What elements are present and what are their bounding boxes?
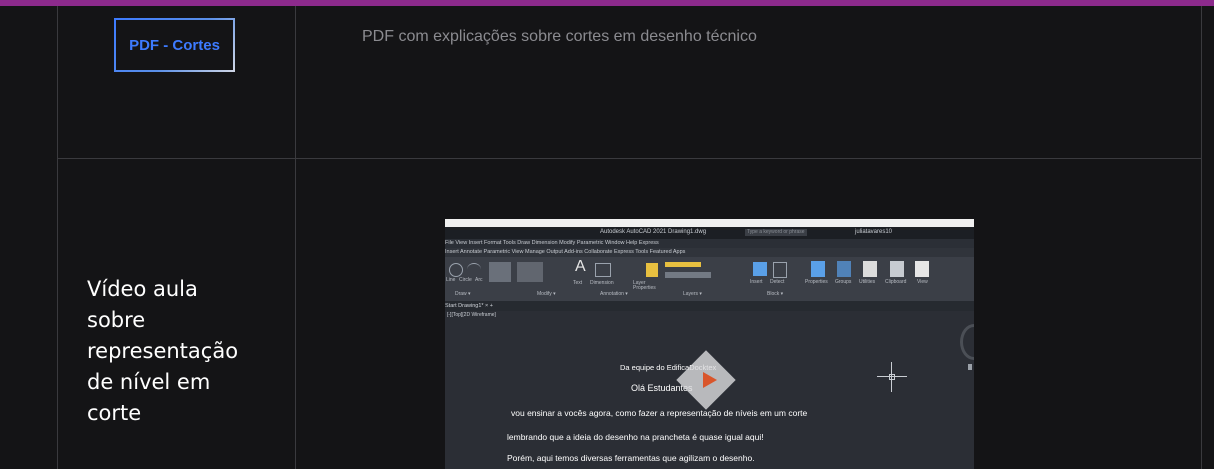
layer-properties-icon (646, 263, 658, 277)
video-lesson-title: Vídeo aula sobre representação de nível … (87, 277, 239, 425)
play-icon[interactable] (703, 372, 717, 388)
arc-tool-icon (467, 263, 481, 276)
properties-icon (811, 261, 825, 277)
ribbon-view-label: View (917, 279, 928, 285)
view-icon (915, 261, 929, 277)
video-caption: vou ensinar a vocês agora, como fazer a … (511, 408, 808, 418)
viewport-label: [-][Top][2D Wireframe] (447, 312, 496, 318)
autocad-titlebar: Autodesk AutoCAD 2021 Drawing1.dwg Type … (445, 227, 974, 239)
ribbon-utilities-label: Utilities (859, 279, 876, 285)
ribbon-group-modify: Modify ▾ (537, 291, 556, 297)
pdf-cortes-button[interactable]: PDF - Cortes (114, 18, 235, 72)
autocad-document-tabs: Start Drawing1* × + (445, 301, 974, 311)
ribbon-dimension-label: Dimension (590, 280, 614, 286)
autocad-user-name: juliatavares10 (855, 229, 893, 235)
table-border-left (57, 6, 58, 469)
autocad-app-title: Autodesk AutoCAD 2021 Drawing1.dwg (600, 229, 707, 235)
ribbon-group-block: Block ▾ (767, 291, 784, 297)
layer-state-icon (665, 262, 701, 267)
autocad-ribbon-tabs: Insert Annotate Parametric View Manage O… (445, 248, 974, 257)
layer-tools-icon (665, 272, 711, 278)
video-player[interactable]: Autodesk AutoCAD 2021 Drawing1.dwg Type … (445, 219, 974, 469)
autocad-search-box: Type a keyword or phrase (745, 229, 807, 236)
ribbon-group-layers: Layers ▾ (683, 291, 702, 297)
ribbon-groups-label: Groups (835, 279, 852, 285)
modify-tools-icon (489, 262, 511, 282)
ribbon-layer-properties-label: Layer Properties (633, 280, 656, 291)
ribbon-clipboard-label: Clipboard (885, 279, 907, 285)
ribbon-properties-label: Properties (805, 279, 828, 285)
ribbon-circle-label: Circle (459, 277, 472, 283)
modify-tools-icon-2 (517, 262, 543, 282)
video-top-strip (445, 219, 974, 227)
groups-icon (837, 261, 851, 277)
ribbon-detect-label: Detect (770, 279, 785, 285)
ribbon-group-draw: Draw ▾ (455, 291, 471, 297)
autocad-menubar: File View Insert Format Tools Draw Dimen… (445, 239, 974, 248)
text-tool-icon: A (575, 258, 586, 275)
ribbon-insert-label: Insert (750, 279, 763, 285)
autocad-ribbon: A Line Circle Arc Text Dimension Layer P… (445, 257, 974, 301)
navbar-icon (968, 364, 972, 370)
table-border-right (1201, 6, 1202, 469)
top-accent-bar (0, 0, 1214, 6)
clipboard-icon (890, 261, 904, 277)
ribbon-text-label: Text (573, 280, 583, 286)
pdf-description: PDF com explicações sobre cortes em dese… (362, 28, 757, 45)
detect-icon (773, 262, 787, 278)
ribbon-arc-label: Arc (475, 277, 483, 283)
table-column-divider (295, 6, 296, 469)
utilities-icon (863, 261, 877, 277)
ribbon-group-annotation: Annotation ▾ (600, 291, 628, 297)
insert-block-icon (753, 262, 767, 276)
video-caption: Porém, aqui temos diversas ferramentas q… (507, 453, 755, 463)
crosshair-pickbox (889, 374, 895, 380)
circle-tool-icon (449, 263, 463, 277)
ribbon-line-label: Line (446, 277, 456, 283)
dimension-tool-icon (595, 263, 611, 277)
table-row-divider (57, 158, 1202, 159)
video-caption: lembrando que a ideia do desenho na pran… (507, 432, 764, 442)
